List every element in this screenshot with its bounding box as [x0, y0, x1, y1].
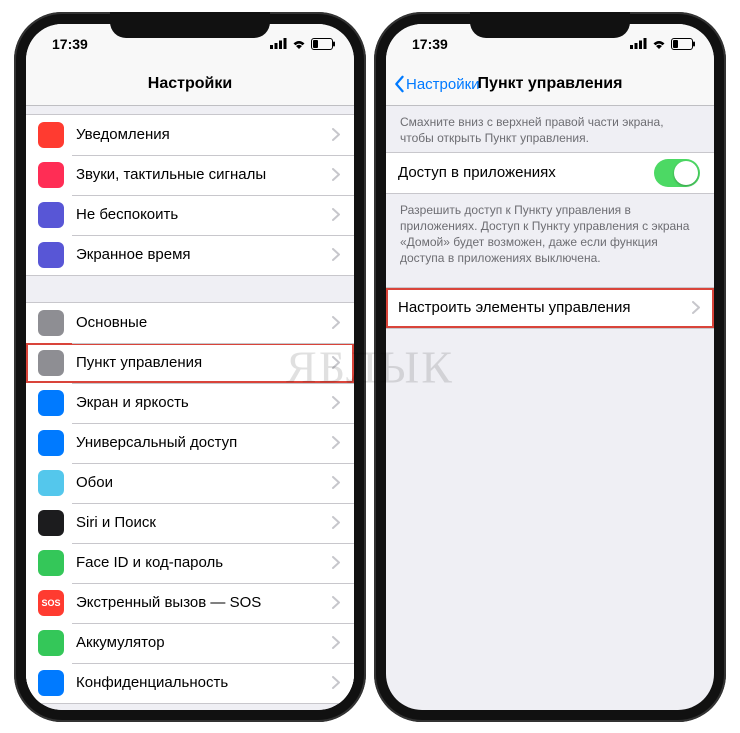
row-wallpaper[interactable]: Обои [26, 463, 354, 503]
screen-left: 17:39 Настройки Уведомления Звуки, тактил… [26, 24, 354, 710]
row-label: Face ID и код-пароль [76, 554, 332, 571]
row-label: Настроить элементы управления [398, 299, 692, 316]
row-customize-controls[interactable]: Настроить элементы управления [386, 288, 714, 328]
chevron-right-icon [332, 396, 340, 409]
faceid-icon [38, 550, 64, 576]
row-label: Доступ в приложениях [398, 164, 654, 181]
row-label: Конфиденциальность [76, 674, 332, 691]
header-note-1: Смахните вниз с верхней правой части экр… [386, 106, 714, 152]
status-indicators [270, 38, 336, 50]
chevron-right-icon [332, 168, 340, 181]
group-1: Уведомления Звуки, тактильные сигналы Не б… [26, 114, 354, 276]
status-time: 17:39 [412, 36, 448, 52]
back-label: Настройки [406, 76, 480, 93]
controlcenter-icon [38, 350, 64, 376]
chevron-right-icon [332, 596, 340, 609]
wifi-icon [291, 38, 307, 49]
row-label: Аккумулятор [76, 634, 332, 651]
row-label: Обои [76, 474, 332, 491]
battery-icon [671, 38, 696, 50]
screentime-icon [38, 242, 64, 268]
row-privacy[interactable]: Конфиденциальность [26, 663, 354, 703]
back-button[interactable]: Настройки [392, 75, 480, 93]
chevron-right-icon [332, 208, 340, 221]
chevron-right-icon [332, 128, 340, 141]
chevron-right-icon [332, 676, 340, 689]
row-siri[interactable]: Siri и Поиск [26, 503, 354, 543]
status-time: 17:39 [52, 36, 88, 52]
row-label: Экстренный вызов — SOS [76, 594, 332, 611]
chevron-right-icon [332, 436, 340, 449]
controlcenter-content[interactable]: Смахните вниз с верхней правой части экр… [386, 106, 714, 329]
row-dnd[interactable]: Не беспокоить [26, 195, 354, 235]
general-icon [38, 310, 64, 336]
row-label: Уведомления [76, 126, 332, 143]
settings-content[interactable]: Уведомления Звуки, тактильные сигналы Не б… [26, 106, 354, 710]
notifications-icon [38, 122, 64, 148]
row-label: Экран и яркость [76, 394, 332, 411]
row-label: Экранное время [76, 246, 332, 263]
row-battery[interactable]: Аккумулятор [26, 623, 354, 663]
row-sos[interactable]: SOS Экстренный вызов — SOS [26, 583, 354, 623]
chevron-right-icon [332, 356, 340, 369]
row-label: Основные [76, 314, 332, 331]
row-accessibility[interactable]: Универсальный доступ [26, 423, 354, 463]
group-2: Основные Пункт управления Экран и яркость У… [26, 302, 354, 704]
sounds-icon [38, 162, 64, 188]
row-label: Пункт управления [76, 354, 332, 371]
battery-icon [38, 630, 64, 656]
dnd-icon [38, 202, 64, 228]
chevron-right-icon [332, 636, 340, 649]
chevron-right-icon [332, 316, 340, 329]
access-group: Доступ в приложениях [386, 152, 714, 194]
privacy-icon [38, 670, 64, 696]
row-notifications[interactable]: Уведомления [26, 115, 354, 155]
navbar-title: Пункт управления [478, 75, 623, 93]
notch [110, 12, 270, 38]
row-label: Не беспокоить [76, 206, 332, 223]
cellular-icon [630, 38, 647, 49]
row-display[interactable]: Экран и яркость [26, 383, 354, 423]
phone-right: 17:39 Настройки Пункт управления Смахнит… [374, 12, 726, 722]
wifi-icon [651, 38, 667, 49]
chevron-right-icon [332, 476, 340, 489]
accessibility-icon [38, 430, 64, 456]
chevron-right-icon [332, 248, 340, 261]
wallpaper-icon [38, 470, 64, 496]
row-sounds[interactable]: Звуки, тактильные сигналы [26, 155, 354, 195]
display-icon [38, 390, 64, 416]
battery-icon [311, 38, 336, 50]
row-controlcenter[interactable]: Пункт управления [26, 343, 354, 383]
chevron-right-icon [332, 516, 340, 529]
toggle-access-in-apps[interactable] [654, 159, 700, 187]
phone-left: 17:39 Настройки Уведомления Звуки, тактил… [14, 12, 366, 722]
row-screentime[interactable]: Экранное время [26, 235, 354, 275]
navbar-settings: Настройки [26, 64, 354, 106]
footer-note-1: Разрешить доступ к Пункту управления в п… [386, 194, 714, 273]
chevron-right-icon [332, 556, 340, 569]
sos-icon: SOS [38, 590, 64, 616]
screen-right: 17:39 Настройки Пункт управления Смахнит… [386, 24, 714, 710]
notch [470, 12, 630, 38]
customize-group: Настроить элементы управления [386, 287, 714, 329]
navbar-controlcenter: Настройки Пункт управления [386, 64, 714, 106]
cellular-icon [270, 38, 287, 49]
row-label: Siri и Поиск [76, 514, 332, 531]
row-label: Универсальный доступ [76, 434, 332, 451]
chevron-right-icon [692, 301, 700, 314]
status-indicators [630, 38, 696, 50]
row-access-in-apps[interactable]: Доступ в приложениях [386, 153, 714, 193]
row-faceid[interactable]: Face ID и код-пароль [26, 543, 354, 583]
navbar-title: Настройки [148, 75, 232, 93]
siri-icon [38, 510, 64, 536]
row-general[interactable]: Основные [26, 303, 354, 343]
row-label: Звуки, тактильные сигналы [76, 166, 332, 183]
